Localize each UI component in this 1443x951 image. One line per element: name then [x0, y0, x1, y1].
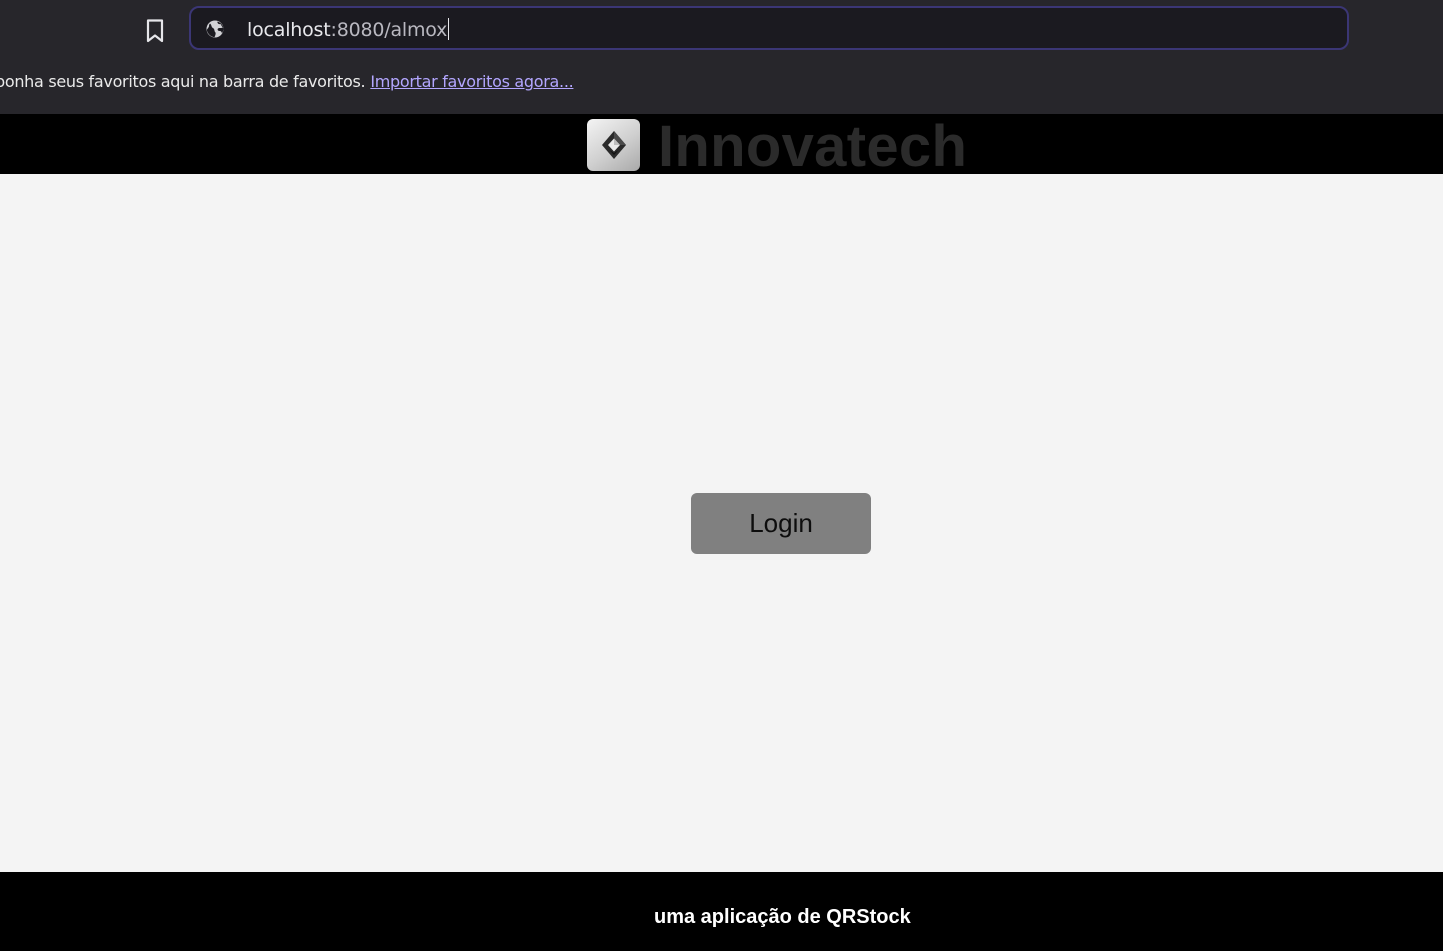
browser-toolbar: localhost:8080/almox ponha seus favorito…	[0, 0, 1443, 114]
footer-text: uma aplicação de QRStock	[654, 906, 911, 928]
address-bar[interactable]: localhost:8080/almox	[189, 6, 1349, 50]
globe-icon[interactable]	[205, 19, 225, 39]
bookmark-icon[interactable]	[141, 16, 169, 46]
innovatech-logo-icon	[587, 119, 640, 171]
app-header: Innovatech	[0, 114, 1443, 179]
text-caret	[448, 18, 450, 40]
brand-name: Innovatech	[658, 114, 968, 179]
bookmarks-bar-message: ponha seus favoritos aqui na barra de fa…	[0, 72, 366, 91]
login-button[interactable]: Login	[691, 493, 871, 554]
url-host: localhost	[247, 19, 331, 41]
import-bookmarks-link[interactable]: Importar favoritos agora...	[370, 72, 573, 91]
footer: uma aplicação de QRStock	[0, 872, 1443, 951]
url-path: :8080/almox	[330, 19, 448, 41]
url-text[interactable]: localhost:8080/almox	[247, 18, 450, 41]
bookmarks-bar: ponha seus favoritos aqui na barra de fa…	[0, 72, 574, 91]
